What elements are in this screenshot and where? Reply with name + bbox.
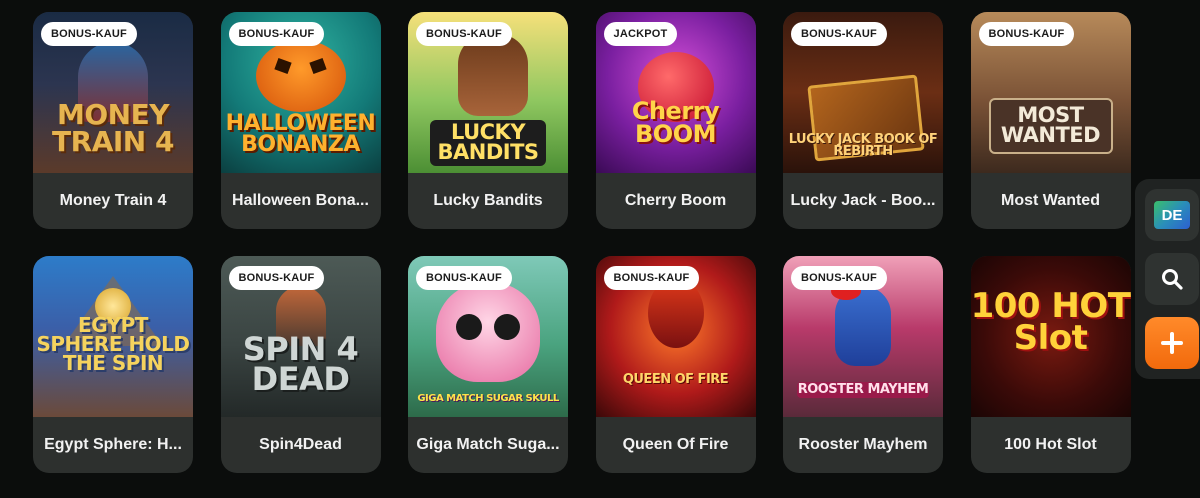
game-thumbnail[interactable]: EGYPT SPHERE HOLD THE SPIN xyxy=(33,256,193,417)
game-name: Spin4Dead xyxy=(259,436,342,453)
bonus-badge: BONUS-KAUF xyxy=(41,22,137,46)
game-art-title: MONEY TRAIN 4 xyxy=(52,98,174,158)
game-name: 100 Hot Slot xyxy=(1004,436,1097,453)
game-art-title: MOST WANTED xyxy=(988,98,1113,154)
game-art-title: ROOSTER MAYHEM xyxy=(797,382,929,399)
game-name: Egypt Sphere: H... xyxy=(44,436,182,453)
game-card[interactable]: Cherry BOOM JACKPOT Cherry Boom xyxy=(595,12,756,229)
game-card[interactable]: QUEEN OF FIRE BONUS-KAUF Queen Of Fire xyxy=(595,256,756,473)
game-card[interactable]: EGYPT SPHERE HOLD THE SPIN Egypt Sphere:… xyxy=(33,256,193,473)
game-card[interactable]: MONEY TRAIN 4 BONUS-KAUF Money Train 4 xyxy=(33,12,193,229)
game-art-title: EGYPT SPHERE HOLD THE SPIN xyxy=(36,313,190,375)
game-art-title: 100 HOT Slot xyxy=(970,286,1131,359)
bonus-badge: BONUS-KAUF xyxy=(416,22,512,46)
game-art-title: LUCKY JACK BOOK OF REBIRTH xyxy=(788,132,938,160)
bonus-badge: BONUS-KAUF xyxy=(228,22,325,46)
game-name: Most Wanted xyxy=(1001,192,1100,209)
game-card[interactable]: HALLOWEEN BONANZA BONUS-KAUF Halloween B… xyxy=(220,12,381,229)
game-art-title: QUEEN OF FIRE xyxy=(622,372,729,387)
bonus-badge: BONUS-KAUF xyxy=(791,22,887,46)
add-button[interactable] xyxy=(1145,317,1199,369)
game-name: Cherry Boom xyxy=(624,192,727,209)
game-card[interactable]: GIGA MATCH SUGAR SKULL BONUS-KAUF Giga M… xyxy=(408,256,568,473)
game-card[interactable]: 100 HOT Slot 100 Hot Slot xyxy=(970,256,1131,473)
language-button[interactable]: DE xyxy=(1145,189,1199,241)
game-name: Lucky Bandits xyxy=(433,192,543,209)
game-grid: MONEY TRAIN 4 BONUS-KAUF Money Train 4 H… xyxy=(33,12,1131,473)
search-button[interactable] xyxy=(1145,253,1199,305)
game-card[interactable]: SPIN 4 DEAD BONUS-KAUF Spin4Dead xyxy=(220,256,381,473)
game-art-title: LUCKY BANDITS xyxy=(430,120,546,166)
jackpot-badge: JACKPOT xyxy=(603,22,678,46)
side-panel: DE xyxy=(1135,179,1200,379)
bonus-badge: BONUS-KAUF xyxy=(416,266,512,290)
game-name: Queen Of Fire xyxy=(622,436,729,453)
game-card[interactable]: LUCKY BANDITS BONUS-KAUF Lucky Bandits xyxy=(408,12,568,229)
plus-icon xyxy=(1161,332,1183,354)
bonus-badge: BONUS-KAUF xyxy=(603,266,700,290)
game-name: Rooster Mayhem xyxy=(798,436,928,453)
game-card[interactable]: MOST WANTED BONUS-KAUF Most Wanted xyxy=(970,12,1131,229)
game-name: Giga Match Suga... xyxy=(416,436,560,453)
game-card[interactable]: ROOSTER MAYHEM BONUS-KAUF Rooster Mayhem xyxy=(783,256,943,473)
game-name: Money Train 4 xyxy=(59,192,167,209)
language-flag: DE xyxy=(1154,201,1190,229)
bonus-badge: BONUS-KAUF xyxy=(791,266,887,290)
game-name: Lucky Jack - Boo... xyxy=(790,192,936,209)
game-art-title: Cherry BOOM xyxy=(631,97,720,148)
game-name: Halloween Bona... xyxy=(232,192,369,209)
game-art-title: GIGA MATCH SUGAR SKULL xyxy=(417,393,559,404)
bonus-badge: BONUS-KAUF xyxy=(978,22,1075,46)
game-art-title: HALLOWEEN BONANZA xyxy=(225,111,376,157)
game-thumbnail[interactable]: 100 HOT Slot xyxy=(970,256,1131,417)
game-card[interactable]: LUCKY JACK BOOK OF REBIRTH BONUS-KAUF Lu… xyxy=(783,12,943,229)
search-icon xyxy=(1162,269,1183,290)
bonus-badge: BONUS-KAUF xyxy=(228,266,325,290)
game-art-title: SPIN 4 DEAD xyxy=(242,330,359,399)
